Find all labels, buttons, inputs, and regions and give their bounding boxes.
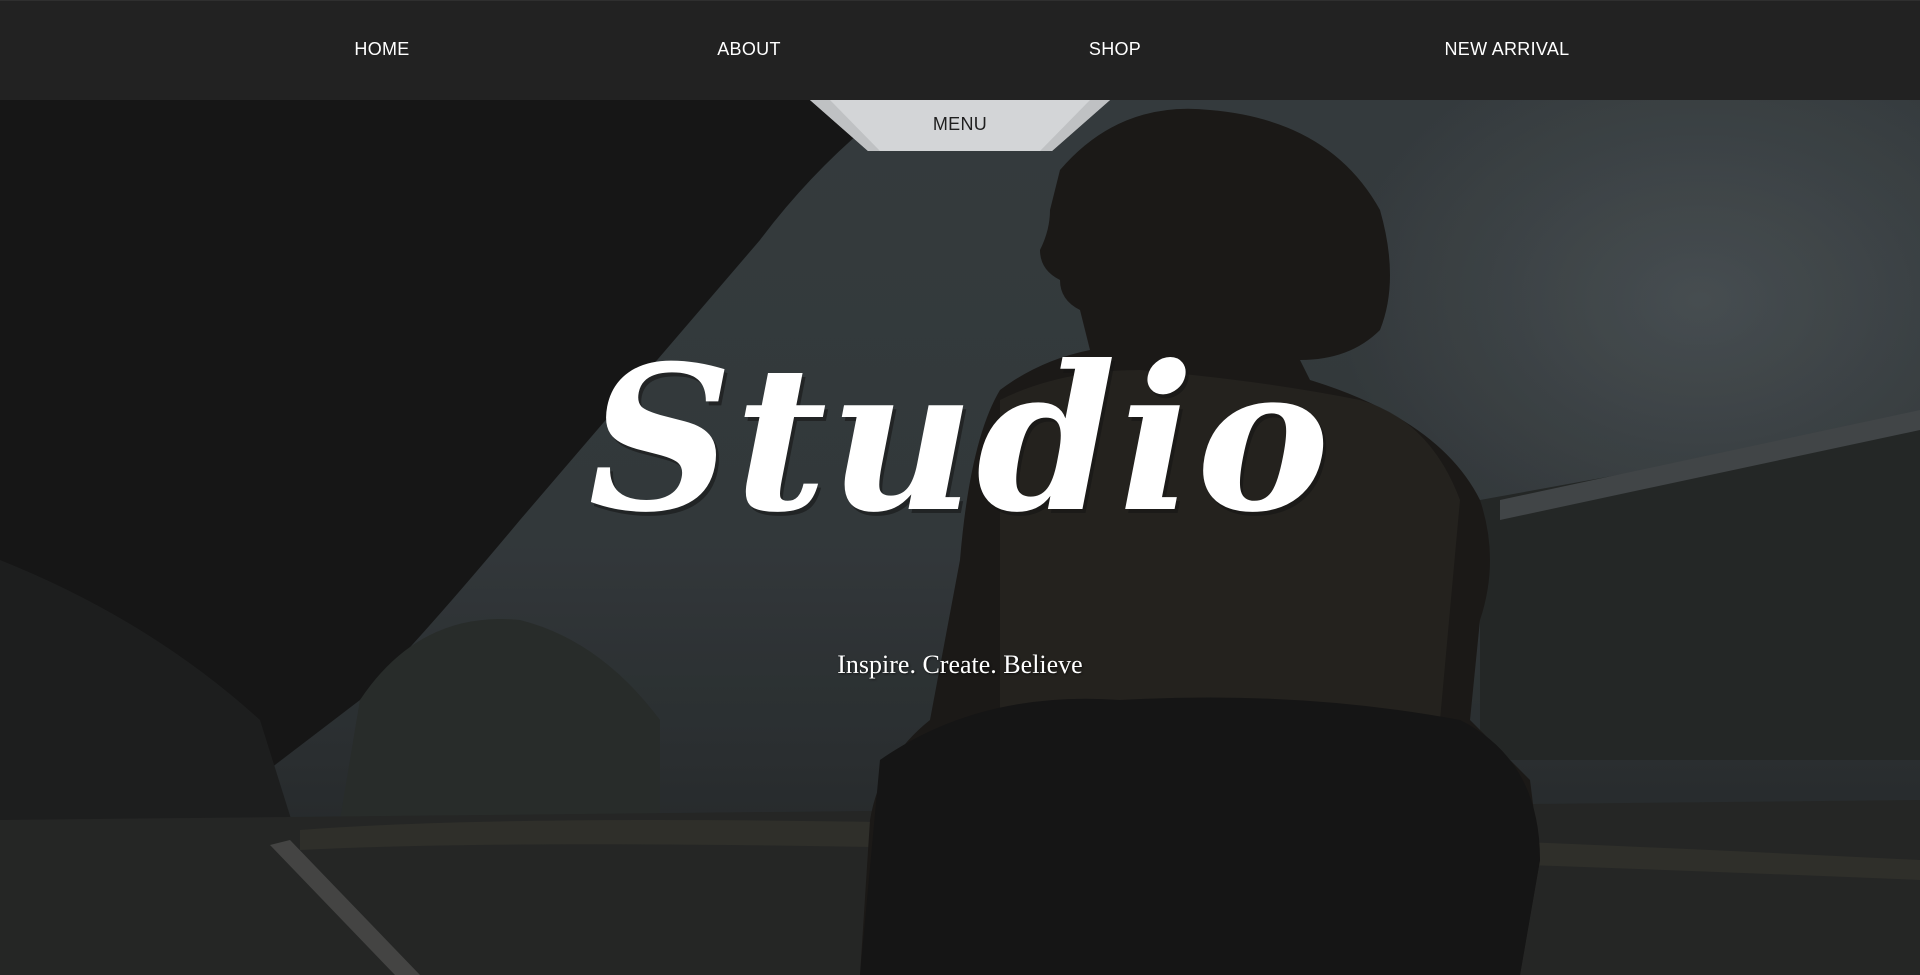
nav-item-shop[interactable]: SHOP — [1089, 39, 1141, 60]
brand-title: Studio — [588, 322, 1332, 557]
nav-item-new-arrival[interactable]: NEW ARRIVAL — [1445, 39, 1570, 60]
top-navbar: HOME ABOUT SHOP NEW ARRIVAL — [0, 0, 1920, 100]
hero-tagline: Inspire. Create. Believe — [837, 650, 1083, 679]
nav-item-about[interactable]: ABOUT — [717, 39, 781, 60]
page: HOME ABOUT SHOP NEW ARRIVAL MENU Studio … — [0, 0, 1920, 975]
nav-item-home[interactable]: HOME — [354, 39, 409, 60]
menu-toggle-tab[interactable]: MENU — [810, 100, 1110, 151]
menu-label: MENU — [932, 114, 988, 134]
